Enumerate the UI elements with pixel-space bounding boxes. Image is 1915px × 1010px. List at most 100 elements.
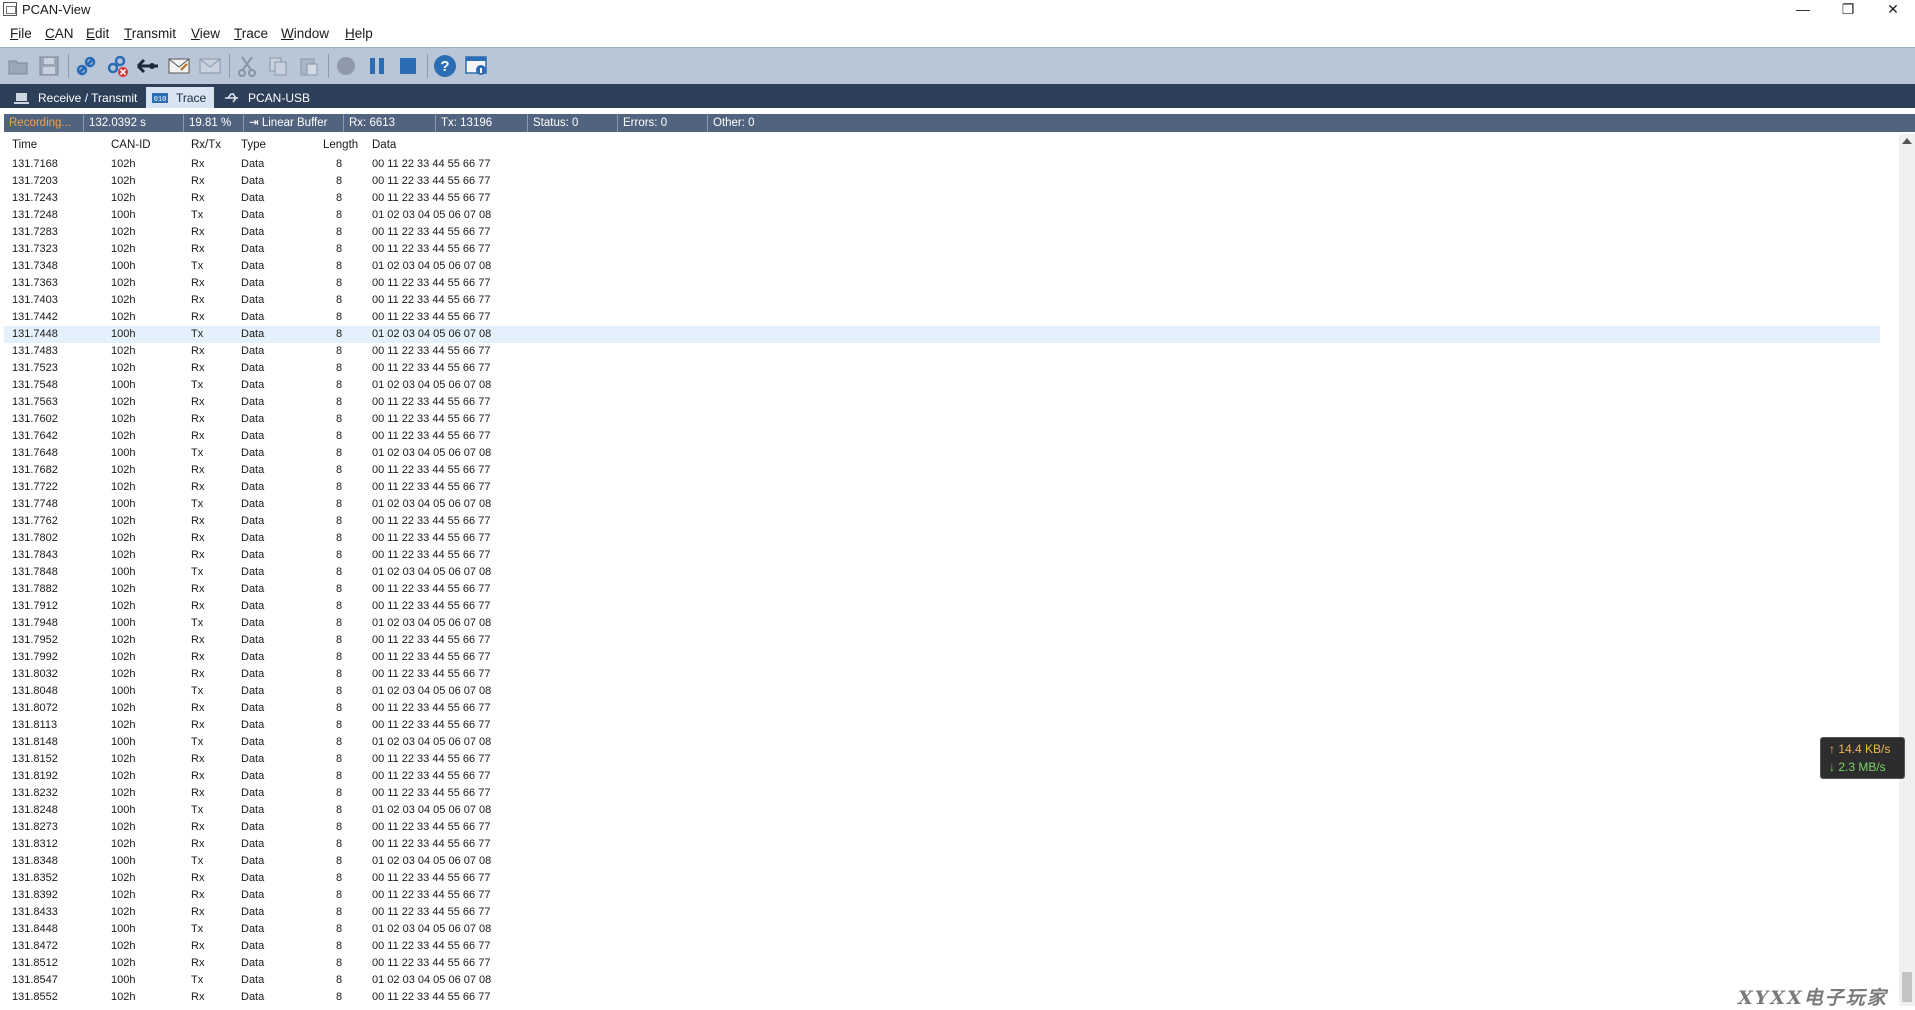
menu-trace[interactable]: Trace: [234, 26, 268, 41]
connect-icon[interactable]: [72, 52, 100, 80]
table-row[interactable]: 131.8152 102h Rx Data 8 00 11 22 33 44 55 66 …: [4, 751, 1880, 768]
table-row[interactable]: 131.8248 100h Tx Data 8 01 02 03 04 05 06 07 …: [4, 802, 1880, 819]
help-icon[interactable]: ?: [431, 52, 459, 80]
row-time: 131.7483: [12, 345, 58, 357]
table-row[interactable]: 131.8348 100h Tx Data 8 01 02 03 04 05 06 07 …: [4, 853, 1880, 870]
scrollbar-thumb[interactable]: [1902, 972, 1912, 1002]
table-row[interactable]: 131.7948 100h Tx Data 8 01 02 03 04 05 06 07 …: [4, 615, 1880, 632]
column-can-id[interactable]: CAN-ID: [111, 139, 151, 151]
table-row[interactable]: 131.7843 102h Rx Data 8 00 11 22 33 44 55 66 …: [4, 547, 1880, 564]
row-direction: Tx: [191, 855, 204, 867]
edit-message-icon[interactable]: [196, 52, 224, 80]
menu-transmit[interactable]: Transmit: [124, 26, 176, 41]
table-row[interactable]: 131.8392 102h Rx Data 8 00 11 22 33 44 55 66 …: [4, 887, 1880, 904]
copy-icon[interactable]: [264, 52, 292, 80]
table-row[interactable]: 131.7448 100h Tx Data 8 01 02 03 04 05 06 07 …: [4, 326, 1880, 343]
about-icon[interactable]: [462, 52, 490, 80]
row-length: 8: [336, 991, 343, 1003]
table-row[interactable]: 131.7602 102h Rx Data 8 00 11 22 33 44 55 66 …: [4, 411, 1880, 428]
tab-receive-transmit[interactable]: Receive / Transmit: [8, 87, 145, 108]
table-row[interactable]: 131.7248 100h Tx Data 8 01 02 03 04 05 06 07 …: [4, 207, 1880, 224]
reset-icon[interactable]: [134, 52, 162, 80]
table-row[interactable]: 131.8192 102h Rx Data 8 00 11 22 33 44 55 66 …: [4, 768, 1880, 785]
save-icon[interactable]: [35, 52, 63, 80]
table-row[interactable]: 131.8273 102h Rx Data 8 00 11 22 33 44 55 66 …: [4, 819, 1880, 836]
table-row[interactable]: 131.8148 100h Tx Data 8 01 02 03 04 05 06 07 …: [4, 734, 1880, 751]
table-row[interactable]: 131.7682 102h Rx Data 8 00 11 22 33 44 55 66 …: [4, 462, 1880, 479]
table-row[interactable]: 131.7523 102h Rx Data 8 00 11 22 33 44 55 66 …: [4, 360, 1880, 377]
table-row[interactable]: 131.7563 102h Rx Data 8 00 11 22 33 44 55 66 …: [4, 394, 1880, 411]
table-row[interactable]: 131.7748 100h Tx Data 8 01 02 03 04 05 06 07 …: [4, 496, 1880, 513]
table-row[interactable]: 131.7283 102h Rx Data 8 00 11 22 33 44 55 66 …: [4, 224, 1880, 241]
table-row[interactable]: 131.7722 102h Rx Data 8 00 11 22 33 44 55 66 …: [4, 479, 1880, 496]
table-row[interactable]: 131.8552 102h Rx Data 8 00 11 22 33 44 55 66 …: [4, 989, 1880, 1006]
table-row[interactable]: 131.7912 102h Rx Data 8 00 11 22 33 44 55 66 …: [4, 598, 1880, 615]
row-type: Data: [241, 413, 265, 425]
column-data[interactable]: Data: [372, 139, 396, 151]
table-row[interactable]: 131.7363 102h Rx Data 8 00 11 22 33 44 55 66 …: [4, 275, 1880, 292]
table-row[interactable]: 131.7802 102h Rx Data 8 00 11 22 33 44 55 66 …: [4, 530, 1880, 547]
table-row[interactable]: 131.7762 102h Rx Data 8 00 11 22 33 44 55 66 …: [4, 513, 1880, 530]
table-row[interactable]: 131.8547 100h Tx Data 8 01 02 03 04 05 06 07 …: [4, 972, 1880, 989]
cut-icon[interactable]: [233, 52, 261, 80]
record-icon[interactable]: [332, 52, 360, 80]
restore-button[interactable]: ❐: [1826, 0, 1870, 20]
table-row[interactable]: 131.7323 102h Rx Data 8 00 11 22 33 44 55 66 …: [4, 241, 1880, 258]
row-time: 131.8547: [12, 974, 58, 986]
row-can-id: 102h: [111, 345, 136, 357]
menu-view[interactable]: View: [191, 26, 220, 41]
table-row[interactable]: 131.7243 102h Rx Data 8 00 11 22 33 44 55 66 …: [4, 190, 1880, 207]
table-row[interactable]: 131.8048 100h Tx Data 8 01 02 03 04 05 06 07 …: [4, 683, 1880, 700]
column-length[interactable]: Length: [323, 139, 358, 151]
table-row[interactable]: 131.7348 100h Tx Data 8 01 02 03 04 05 06 07 …: [4, 258, 1880, 275]
tab-trace[interactable]: 010 Trace: [146, 87, 215, 108]
menu-help[interactable]: Help: [345, 26, 373, 41]
row-type: Data: [241, 736, 265, 748]
column-type[interactable]: Type: [241, 139, 266, 151]
tab-pcan-usb[interactable]: PCAN-USB: [218, 87, 318, 108]
table-row[interactable]: 131.7992 102h Rx Data 8 00 11 22 33 44 55 66 …: [4, 649, 1880, 666]
row-length: 8: [336, 566, 343, 578]
table-row[interactable]: 131.7403 102h Rx Data 8 00 11 22 33 44 55 66 …: [4, 292, 1880, 309]
minimize-button[interactable]: —: [1781, 0, 1825, 20]
table-row[interactable]: 131.8072 102h Rx Data 8 00 11 22 33 44 55 66 …: [4, 700, 1880, 717]
column-time[interactable]: Time: [12, 139, 37, 151]
table-row[interactable]: 131.8312 102h Rx Data 8 00 11 22 33 44 55 66 …: [4, 836, 1880, 853]
row-type: Data: [241, 158, 265, 170]
table-row[interactable]: 131.7442 102h Rx Data 8 00 11 22 33 44 55 66 …: [4, 309, 1880, 326]
table-row[interactable]: 131.8472 102h Rx Data 8 00 11 22 33 44 55 66 …: [4, 938, 1880, 955]
menu-file[interactable]: File: [10, 26, 32, 41]
table-row[interactable]: 131.7168 102h Rx Data 8 00 11 22 33 44 55 66 …: [4, 156, 1880, 173]
row-type: Data: [241, 991, 265, 1003]
table-row[interactable]: 131.7848 100h Tx Data 8 01 02 03 04 05 06 07 …: [4, 564, 1880, 581]
table-row[interactable]: 131.7483 102h Rx Data 8 00 11 22 33 44 55 66 …: [4, 343, 1880, 360]
table-row[interactable]: 131.7648 100h Tx Data 8 01 02 03 04 05 06 07 …: [4, 445, 1880, 462]
stop-icon[interactable]: [394, 52, 422, 80]
table-row[interactable]: 131.8433 102h Rx Data 8 00 11 22 33 44 55 66 …: [4, 904, 1880, 921]
vertical-scrollbar[interactable]: [1899, 134, 1915, 1006]
table-row[interactable]: 131.7882 102h Rx Data 8 00 11 22 33 44 55 66 …: [4, 581, 1880, 598]
scroll-up-arrow-icon[interactable]: [1902, 138, 1912, 144]
new-message-icon[interactable]: [165, 52, 193, 80]
row-can-id: 102h: [111, 158, 136, 170]
pause-icon[interactable]: [363, 52, 391, 80]
table-row[interactable]: 131.8232 102h Rx Data 8 00 11 22 33 44 55 66 …: [4, 785, 1880, 802]
row-type: Data: [241, 923, 265, 935]
close-button[interactable]: ✕: [1871, 0, 1915, 20]
table-row[interactable]: 131.8352 102h Rx Data 8 00 11 22 33 44 55 66 …: [4, 870, 1880, 887]
table-row[interactable]: 131.7952 102h Rx Data 8 00 11 22 33 44 55 66 …: [4, 632, 1880, 649]
table-row[interactable]: 131.7642 102h Rx Data 8 00 11 22 33 44 55 66 …: [4, 428, 1880, 445]
menu-edit[interactable]: Edit: [86, 26, 109, 41]
column-rx-tx[interactable]: Rx/Tx: [191, 139, 221, 151]
table-row[interactable]: 131.8448 100h Tx Data 8 01 02 03 04 05 06 07 …: [4, 921, 1880, 938]
disconnect-icon[interactable]: [103, 52, 131, 80]
menu-window[interactable]: Window: [281, 26, 329, 41]
table-row[interactable]: 131.8032 102h Rx Data 8 00 11 22 33 44 55 66 …: [4, 666, 1880, 683]
table-row[interactable]: 131.7548 100h Tx Data 8 01 02 03 04 05 06 07 …: [4, 377, 1880, 394]
table-row[interactable]: 131.8512 102h Rx Data 8 00 11 22 33 44 55 66 …: [4, 955, 1880, 972]
table-row[interactable]: 131.7203 102h Rx Data 8 00 11 22 33 44 55 66 …: [4, 173, 1880, 190]
table-row[interactable]: 131.8113 102h Rx Data 8 00 11 22 33 44 55 66 …: [4, 717, 1880, 734]
menu-can[interactable]: CAN: [45, 26, 74, 41]
paste-icon[interactable]: [295, 52, 323, 80]
open-folder-icon[interactable]: [4, 52, 32, 80]
